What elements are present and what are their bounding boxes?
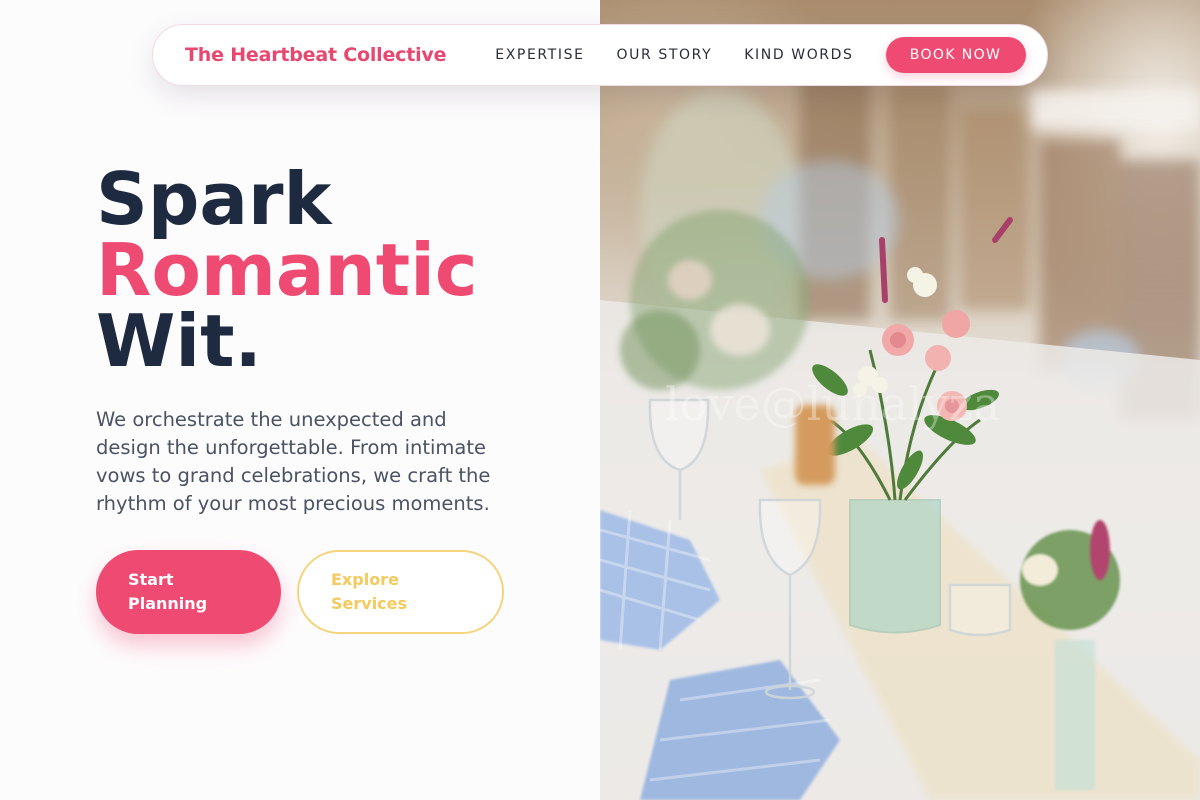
hero-title-line-3: Wit. [96, 299, 262, 383]
start-planning-button[interactable]: Start Planning [96, 550, 281, 634]
explore-services-button[interactable]: Explore Services [297, 550, 504, 634]
nav-links: EXPERTISE OUR STORY KIND WORDS BOOK NOW [495, 37, 1026, 73]
hero-description: We orchestrate the unexpected and design… [96, 408, 491, 515]
landing-page: love@lunalyza The Heartbeat Collective E… [0, 0, 1200, 800]
start-planning-label: Start Planning [128, 570, 208, 613]
nav-link-expertise[interactable]: EXPERTISE [495, 47, 584, 63]
main-navigation: The Heartbeat Collective EXPERTISE OUR S… [152, 24, 1048, 86]
hero-title: Spark Romantic Wit. [96, 157, 478, 383]
brand-logo-text[interactable]: The Heartbeat Collective [185, 44, 446, 66]
hero-title-line-1: Spark [96, 157, 332, 241]
nav-link-kind-words[interactable]: KIND WORDS [744, 47, 853, 63]
svg-text:love@lunalyza: love@lunalyza [665, 377, 1000, 431]
nav-link-our-story[interactable]: OUR STORY [617, 47, 713, 63]
book-now-button[interactable]: BOOK NOW [885, 37, 1026, 73]
explore-services-label: Explore Services [331, 570, 408, 613]
hero-photo: love@lunalyza [600, 0, 1200, 800]
hero-title-line-2: Romantic [96, 228, 478, 312]
